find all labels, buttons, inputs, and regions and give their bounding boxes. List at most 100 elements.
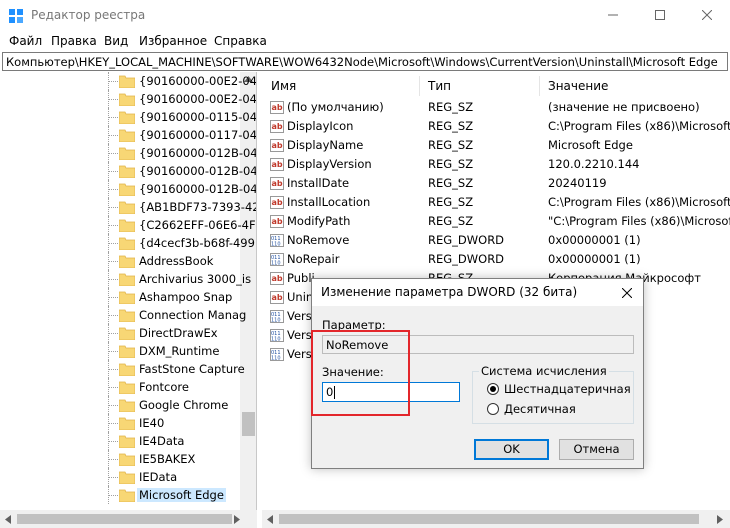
tree-item[interactable]: {90160000-0115-040 <box>0 108 256 126</box>
folder-icon <box>119 345 135 358</box>
tree-item[interactable]: IE4Data <box>0 432 240 450</box>
value-type: REG_SZ <box>428 195 474 209</box>
tree-item-label: {90160000-012B-042 <box>139 182 257 196</box>
tree-item[interactable]: Fontcore <box>0 378 240 396</box>
svg-text:ab: ab <box>272 179 283 188</box>
binary-value-icon: 011110 <box>270 253 284 266</box>
menu-view[interactable]: Вид <box>104 34 128 48</box>
radio-dec[interactable] <box>487 403 499 415</box>
tree-item[interactable]: {90160000-0117-040 <box>0 126 256 144</box>
tree-item[interactable]: IE5BAKEX <box>0 450 240 468</box>
value-row[interactable]: ab DisplayIcon REG_SZ C:\Program Files (x86… <box>262 117 730 136</box>
tree-item-label: Google Chrome <box>139 398 229 412</box>
value-row[interactable]: ab DisplayVersion REG_SZ 120.0.2210.144 <box>262 155 730 174</box>
address-bar[interactable]: Компьютер\HKEY_LOCAL_MACHINE\SOFTWARE\WO… <box>2 52 728 71</box>
column-name[interactable]: Имя <box>271 79 296 93</box>
tree-scroll-thumb[interactable] <box>242 412 255 436</box>
tree-item[interactable]: {90160000-012B-041 <box>0 162 256 180</box>
menu-help[interactable]: Справка <box>214 34 267 48</box>
tree-item[interactable]: IE40 <box>0 414 240 432</box>
tree-item[interactable]: {90160000-00E2-041 <box>0 72 256 90</box>
tree-item[interactable]: {90160000-012B-042 <box>0 180 256 198</box>
svg-text:110: 110 <box>271 356 281 362</box>
tree-item[interactable]: Archivarius 3000_is <box>0 270 251 288</box>
tree-horizontal-scrollbar[interactable] <box>0 510 257 528</box>
string-value-icon: ab <box>270 158 284 171</box>
menu-file[interactable]: Файл <box>9 34 42 48</box>
close-button[interactable] <box>684 0 730 31</box>
value-data: C:\Program Files (x86)\Microsoft\ <box>548 119 730 133</box>
tree-item[interactable]: Microsoft Edge <box>0 486 240 504</box>
menu-edit[interactable]: Правка <box>51 34 97 48</box>
tree-item-label: Microsoft Edge <box>137 488 226 502</box>
scroll-left-icon <box>5 515 11 524</box>
dialog-close-button[interactable] <box>617 283 637 303</box>
folder-icon <box>119 489 135 502</box>
tree-item[interactable]: {90160000-00E2-042 <box>0 90 256 108</box>
value-row[interactable]: 011 110 NoRepair REG_DWORD 0x00000001 (1) <box>262 250 730 269</box>
minimize-button[interactable] <box>590 0 636 31</box>
folder-icon <box>119 129 135 142</box>
folder-icon <box>119 111 135 124</box>
tree-item[interactable]: {C2662EFF-06E6-4F <box>0 216 256 234</box>
radio-hex-label[interactable]: Шестнадцатеричная <box>504 382 631 396</box>
folder-icon <box>119 273 135 286</box>
value-row[interactable]: ab InstallDate REG_SZ 20240119 <box>262 174 730 193</box>
tree-item[interactable]: Google Chrome <box>0 396 240 414</box>
tree-item-label: DirectDrawEx <box>139 326 218 340</box>
tree-item[interactable]: DXM_Runtime <box>0 342 240 360</box>
tree-item[interactable]: {AB1BDF73-7393-42 <box>0 198 256 216</box>
tree-item-label: IE5BAKEX <box>139 452 196 466</box>
tree-item[interactable]: {90160000-012B-040 <box>0 144 256 162</box>
tree-item[interactable]: Ashampoo Snap <box>0 288 240 306</box>
tree-item[interactable]: DirectDrawEx <box>0 324 240 342</box>
value-row[interactable]: ab (По умолчанию) REG_SZ (значение не присв… <box>262 98 730 117</box>
value-name: (По умолчанию) <box>287 100 384 114</box>
column-type[interactable]: Тип <box>428 79 451 93</box>
value-name: DisplayVersion <box>287 157 372 171</box>
dialog-title: Изменение параметра DWORD (32 бита) <box>321 285 578 299</box>
title-bar: Редактор реестра <box>0 0 730 31</box>
value-row[interactable]: ab InstallLocation REG_SZ C:\Program Files … <box>262 193 730 212</box>
tree-item-label: Archivarius 3000_is <box>139 272 252 286</box>
radio-dec-label[interactable]: Десятичная <box>504 402 576 416</box>
menu-favorites[interactable]: Избранное <box>139 34 207 48</box>
list-hscroll-thumb[interactable] <box>279 514 699 524</box>
string-value-icon: ab <box>270 101 284 114</box>
dialog-title-bar: Изменение параметра DWORD (32 бита) <box>312 279 643 306</box>
folder-icon <box>119 435 135 448</box>
tree-item-label: AddressBook <box>139 254 214 268</box>
scroll-right-icon <box>717 515 723 524</box>
cancel-button[interactable]: Отмена <box>559 439 634 460</box>
svg-text:110: 110 <box>271 261 281 267</box>
ok-button[interactable]: OK <box>474 439 549 460</box>
value-row[interactable]: ab DisplayName REG_SZ Microsoft Edge <box>262 136 730 155</box>
value-row[interactable]: ab ModifyPath REG_SZ "C:\Program Files (x86… <box>262 212 730 231</box>
svg-text:ab: ab <box>272 141 283 150</box>
binary-value-icon: 011110 <box>270 310 284 323</box>
tree-item[interactable]: {d4cecf3b-b68f-499 <box>0 234 255 252</box>
tree-item[interactable]: Connection Manag <box>0 306 246 324</box>
svg-text:110: 110 <box>271 242 281 248</box>
maximize-button[interactable] <box>637 0 683 31</box>
radix-legend: Система исчисления <box>479 364 609 378</box>
tree-item[interactable]: AddressBook <box>0 252 240 270</box>
registry-editor-icon <box>9 9 23 23</box>
column-value[interactable]: Значение <box>548 79 608 93</box>
value-type: REG_SZ <box>428 214 474 228</box>
list-horizontal-scrollbar[interactable] <box>262 510 730 528</box>
svg-text:ab: ab <box>272 274 283 283</box>
value-type: REG_DWORD <box>428 233 505 247</box>
tree-hscroll-thumb[interactable] <box>17 514 232 524</box>
value-row[interactable]: 011 110 NoRemove REG_DWORD 0x00000001 (1) <box>262 231 730 250</box>
binary-value-icon: 011110 <box>270 234 284 247</box>
value-name: NoRepair <box>287 252 340 266</box>
tree-item-label: {AB1BDF73-7393-42 <box>139 200 257 214</box>
string-value-icon: ab <box>270 120 284 133</box>
tree-item[interactable]: FastStone Capture <box>0 360 245 378</box>
tree-item-label: Ashampoo Snap <box>139 290 233 304</box>
radio-hex[interactable] <box>487 383 499 395</box>
tree-item[interactable]: IEData <box>0 468 240 486</box>
key-tree[interactable]: {90160000-00E2-041 {90160000-00E2-042 {901… <box>0 72 257 510</box>
folder-icon <box>119 201 135 214</box>
